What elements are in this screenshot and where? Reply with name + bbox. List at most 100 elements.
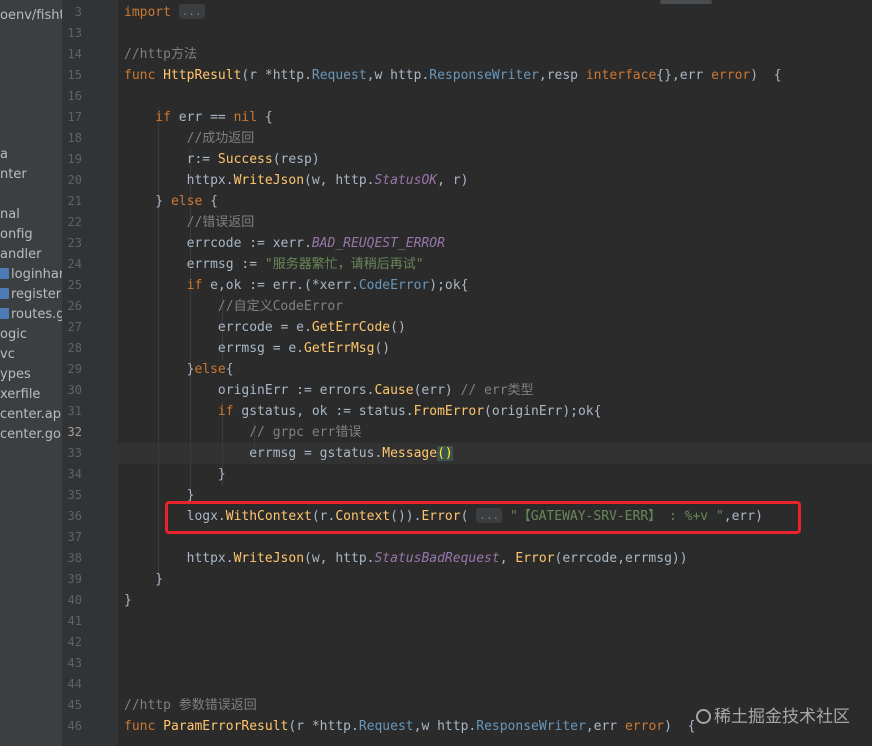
code-line: originErr := errors.Cause(err) // err类型 [124,380,534,401]
sidebar-item-label: ogic [0,327,27,342]
code-token: if [124,404,242,419]
line-number: 19 [67,152,82,166]
line-number: 14 [67,47,82,61]
sidebar-item[interactable]: ypes [0,365,31,385]
sidebar-item[interactable]: center.go [0,425,61,445]
sidebar-item[interactable]: nter [0,165,27,185]
code-token: ,w [366,68,391,83]
code-token: errmsg := [124,257,265,272]
code-token: } [124,572,164,587]
sidebar-item[interactable]: xerfile [0,385,40,405]
code-token: nil [233,110,258,125]
line-number: 17 [67,110,82,124]
code-token: (r *http. [288,719,359,734]
code-token: httpx. [124,173,234,188]
code-token: errmsg = e. [124,341,305,356]
code-line: errmsg := "服务器繁忙，请稍后再试" [124,254,424,275]
code-line: } else { [124,191,218,212]
code-token: // grpc err错误 [124,425,362,440]
code-token: func [124,68,164,83]
code-token: error [711,68,751,83]
sidebar-item[interactable]: loginhand [0,265,62,285]
code-token: (errcode,errmsg)) [554,551,688,566]
sidebar-item-label: center.api [0,407,62,422]
line-number: 44 [67,677,82,691]
code-token: // err类型 [460,383,534,398]
sidebar-item[interactable]: registerh [0,285,62,305]
sidebar-item-label: routes.go [11,307,62,322]
code-token: Request [311,68,367,83]
code-token: );ok{ [429,278,469,293]
line-number: 20 [67,173,82,187]
code-line: import ... [124,2,205,23]
code-token: ResponseWriter [429,68,539,83]
code-token: Cause [374,383,414,398]
line-number: 3 [74,5,82,19]
sidebar-item[interactable]: vc [0,345,15,365]
code-token: GetErrMsg [304,341,375,356]
code-line: //http 参数错误返回 [124,695,257,716]
project-sidebar: oenv/fisht a nter nal onfig andler loginhand re… [0,0,62,746]
sidebar-item[interactable]: oenv/fisht [0,6,62,26]
code-token: Message [382,446,438,461]
line-number: 23 [67,236,82,250]
line-number: 41 [67,614,82,628]
sidebar-item[interactable]: onfig [0,225,33,245]
code-token: BAD_REUQEST_ERROR [311,236,445,251]
line-number: 39 [67,572,82,586]
sidebar-item[interactable]: nal [0,205,20,225]
code-line: }else{ [124,359,234,380]
sidebar-item-label: registerh [11,287,62,302]
code-editor[interactable]: import ... //http方法 func HttpResult (r *htt… [118,0,872,746]
folded-hint[interactable]: ... [178,4,205,19]
code-token: } [124,467,226,482]
code-token: if [124,110,179,125]
code-token: WriteJson [233,551,305,566]
line-number: 46 [67,719,82,733]
code-token: () [390,320,406,335]
code-token: StatusOK [374,173,438,188]
line-number: 43 [67,656,82,670]
line-number: 36 [67,509,82,523]
code-token: //错误返回 [124,215,255,230]
sidebar-item-label: nal [0,207,20,222]
code-token: ResponseWriter [476,719,586,734]
sidebar-item[interactable]: center.api [0,405,62,425]
code-token: "服务器繁忙，请稍后再试" [264,257,424,272]
code-token: (w, http. [304,551,375,566]
sidebar-item-label: a [0,147,8,162]
code-token: FromError [413,404,485,419]
code-token: errmsg = gstatus. [124,446,383,461]
code-token: import [124,5,179,20]
code-token: (w, http. [304,173,375,188]
line-number: 13 [67,26,82,40]
code-token: } [124,593,132,608]
sidebar-item[interactable]: a [0,145,8,165]
code-token: originErr := errors. [124,383,375,398]
code-line: errcode = e.GetErrCode() [124,317,406,338]
code-token: (originErr);ok{ [484,404,602,419]
code-token: { [202,194,218,209]
code-line: httpx.WriteJson(w, http.StatusOK, r) [124,170,469,191]
code-token: r:= [124,152,218,167]
sidebar-item[interactable]: routes.go [0,305,62,325]
line-number: 28 [67,341,82,355]
line-number: 29 [67,362,82,376]
code-token: , [499,551,516,566]
code-token: if [124,278,211,293]
line-number: 38 [67,551,82,565]
code-token: } [124,362,195,377]
code-line: //http方法 [124,44,197,65]
sidebar-item[interactable]: andler [0,245,41,265]
sidebar-item-label: ypes [0,367,31,382]
code-token: . [304,68,312,83]
line-number: 34 [67,467,82,481]
code-line: } [124,569,163,590]
sidebar-item[interactable]: ogic [0,325,27,345]
code-token: (resp) [272,152,320,167]
code-token: HttpResult [163,68,242,83]
horizontal-scroll-thumb[interactable] [660,0,712,4]
sidebar-item-label: oenv/fisht [0,8,62,23]
code-token: GetErrCode [311,320,391,335]
line-number: 25 [67,278,82,292]
